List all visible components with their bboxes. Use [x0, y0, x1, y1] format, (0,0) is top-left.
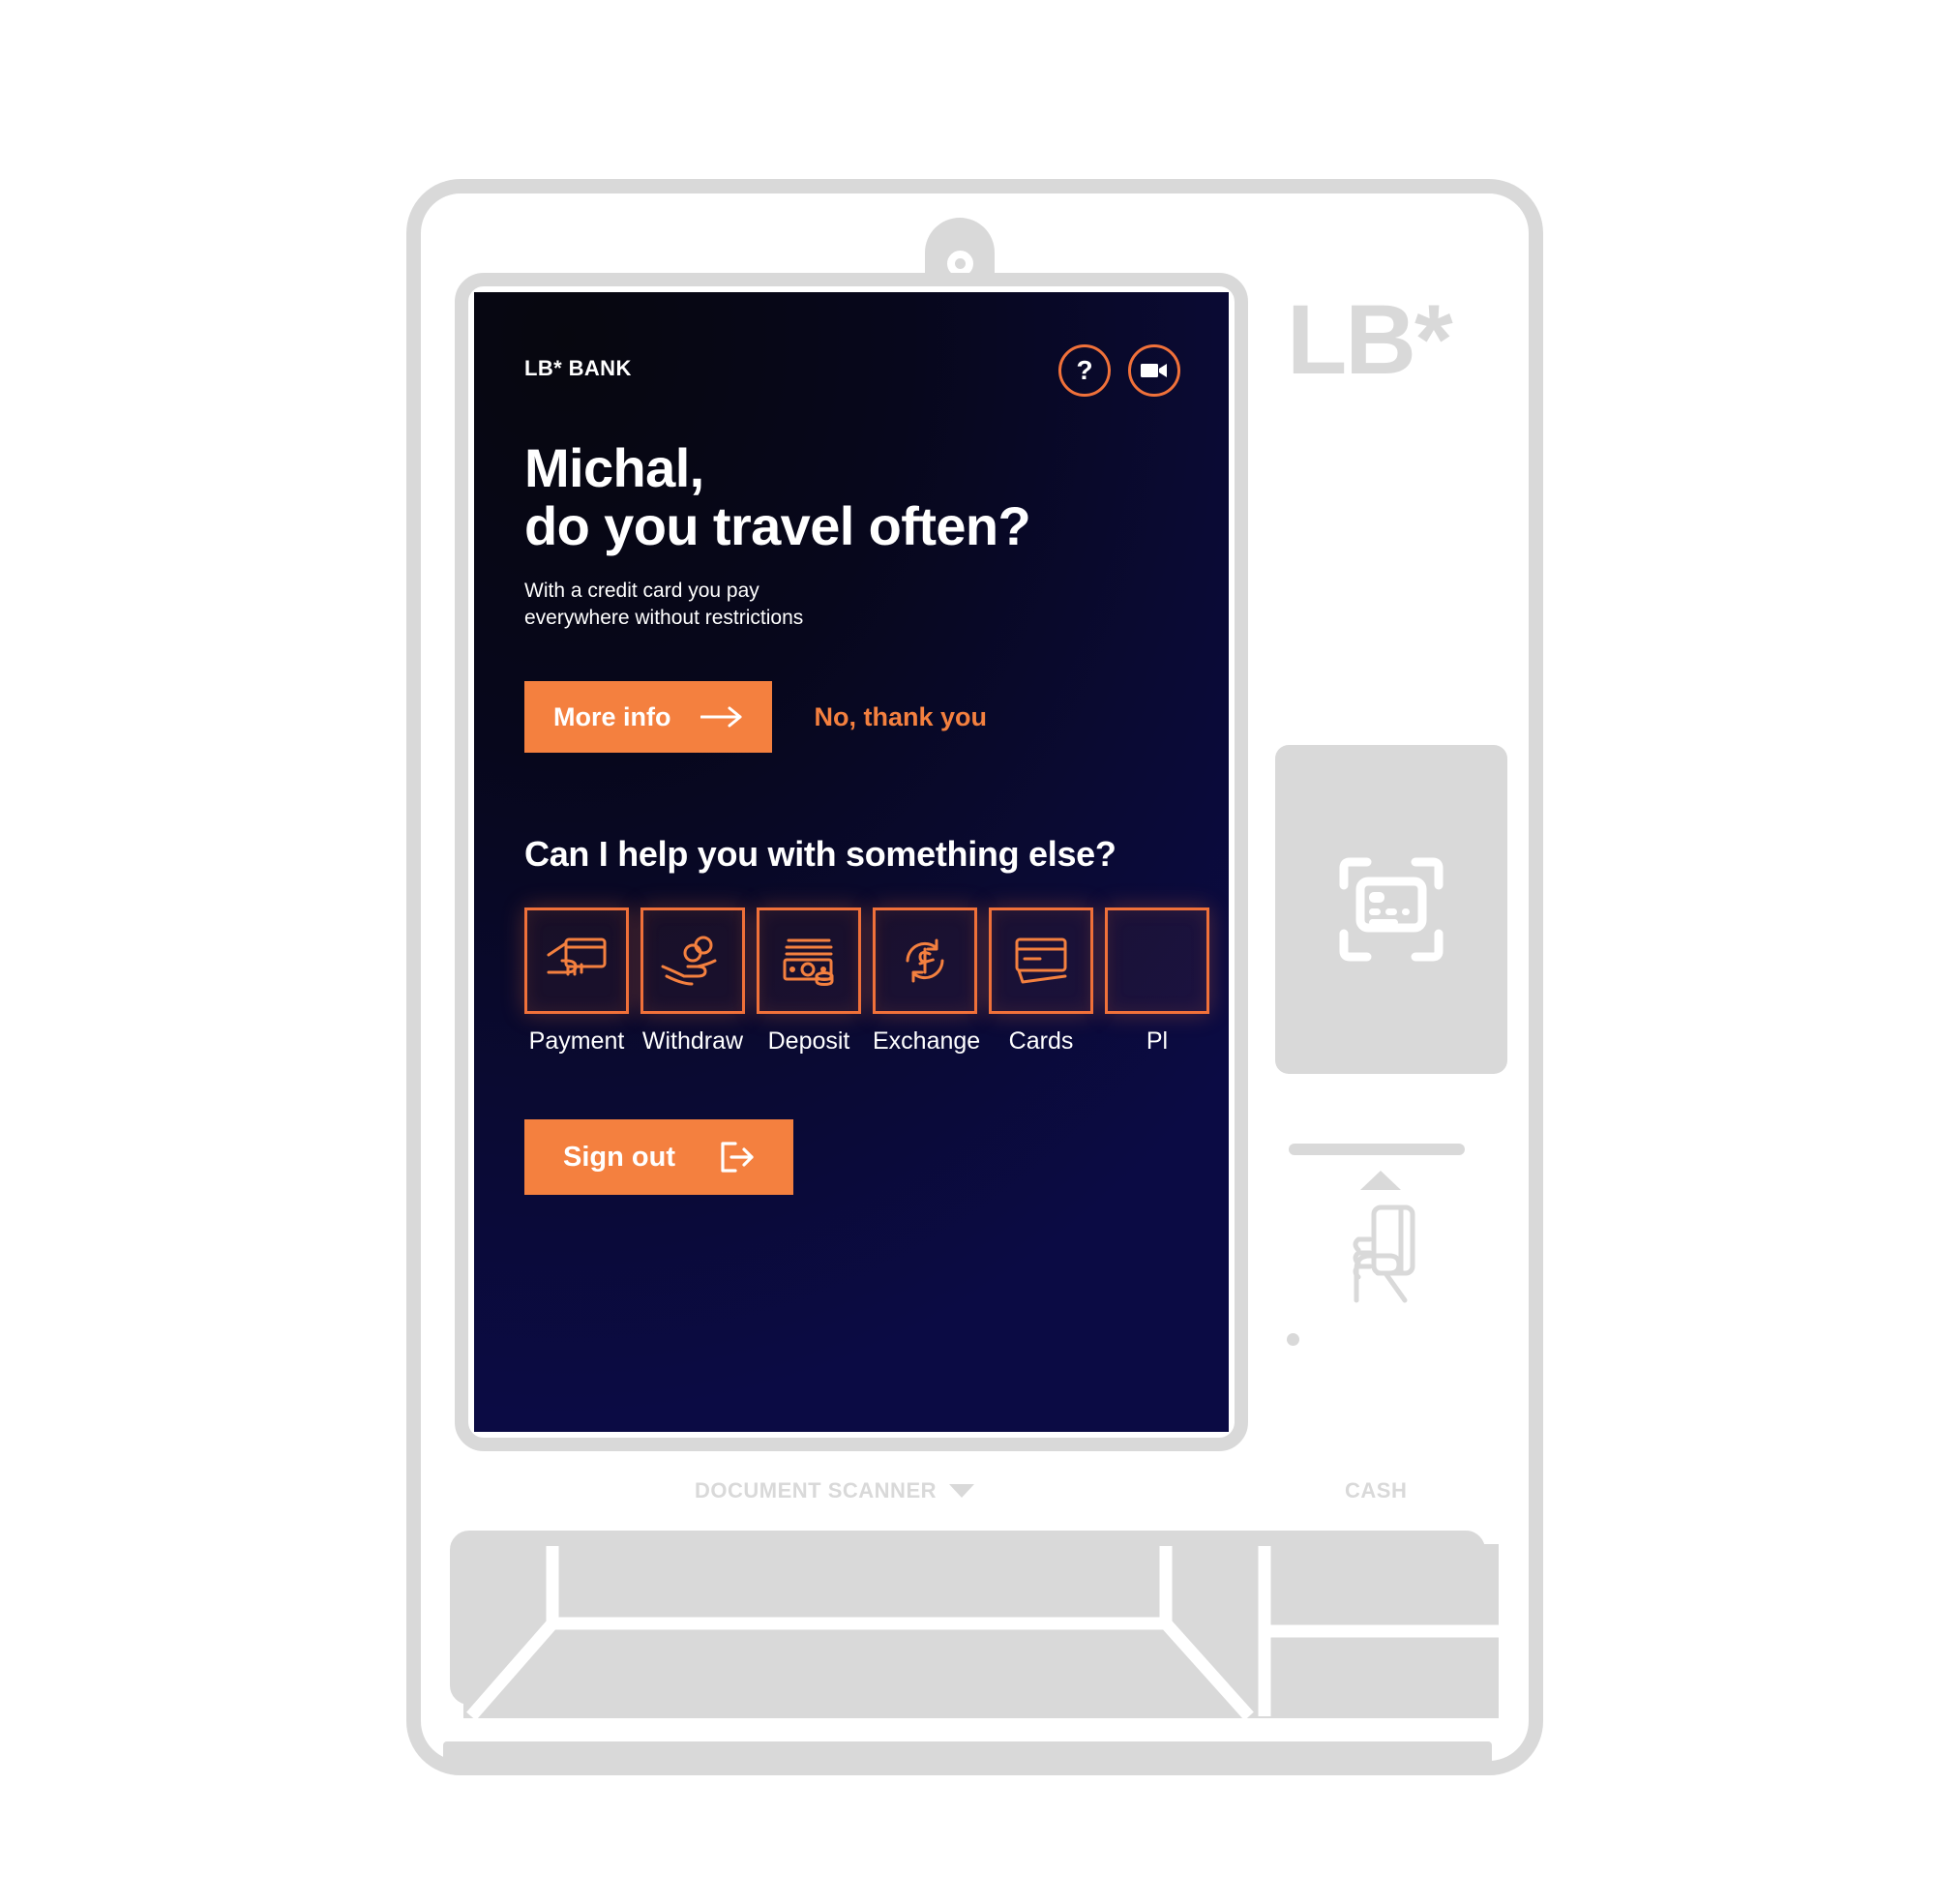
contactless-reader-panel[interactable] — [1275, 745, 1507, 1074]
service-tile-clipped[interactable]: Pl — [1105, 907, 1209, 1056]
atm-display: LB* BANK ? Michal, do you travel often? … — [474, 292, 1229, 1432]
service-tile-payment[interactable]: Payment — [524, 907, 629, 1056]
service-tile-cards[interactable]: Cards — [989, 907, 1093, 1056]
bank-brand-label: LB* BANK — [524, 356, 632, 380]
insert-direction-arrow-icon — [1360, 1171, 1401, 1190]
video-camera-icon — [1141, 364, 1167, 377]
subcopy-line-1: With a credit card you pay — [524, 579, 759, 602]
cards-tile-box — [989, 907, 1093, 1015]
service-tile-exchange[interactable]: Exchange — [873, 907, 981, 1056]
help-button[interactable]: ? — [1058, 344, 1111, 397]
document-scanner-label: DOCUMENT SCANNER — [695, 1478, 937, 1502]
screen-header: LB* BANK ? — [524, 344, 1229, 397]
cash-label-group: CASH — [1345, 1478, 1407, 1503]
offer-actions: More info No, thank you — [524, 681, 1229, 754]
subcopy-line-2: everywhere without restrictions — [524, 607, 804, 630]
withdraw-tile-box — [640, 907, 745, 1015]
arrow-right-icon — [700, 706, 741, 728]
tray-shelf-graphic — [463, 1544, 1499, 1718]
hand-insert-card-icon — [1341, 1200, 1430, 1313]
status-led-dot — [1287, 1333, 1299, 1346]
sign-out-label: Sign out — [563, 1141, 675, 1173]
kiosk-brand-logo: LB* — [1287, 284, 1453, 395]
hand-holding-card-icon — [547, 937, 607, 976]
offer-description: With a credit card you pay everywhere wi… — [524, 578, 1229, 633]
more-info-button[interactable]: More info — [524, 681, 772, 754]
service-tile-label: Pl — [1146, 1027, 1169, 1056]
tray-base — [443, 1741, 1492, 1765]
service-tile-label: Withdraw — [641, 1027, 744, 1056]
exchange-tile-box — [873, 907, 977, 1015]
display-bezel: LB* BANK ? Michal, do you travel often? … — [455, 273, 1248, 1451]
card-insert-slot[interactable] — [1289, 1144, 1465, 1155]
stacked-cards-icon — [1015, 937, 1067, 984]
document-scanner-label-group: DOCUMENT SCANNER — [695, 1478, 974, 1503]
service-tile-label: Deposit — [767, 1027, 850, 1056]
kiosk-screenshot-stage: LB* DOCUMENT SCANNER CASH LB* BANK ? Mic… — [0, 0, 1935, 1904]
service-tile-label: Exchange — [873, 1027, 981, 1056]
more-info-label: More info — [553, 701, 671, 731]
services-heading: Can I help you with something else? — [524, 834, 1116, 875]
headline-line-1: Michal, — [524, 437, 704, 498]
sign-out-button[interactable]: Sign out — [524, 1119, 793, 1196]
clipped-tile-box — [1105, 907, 1209, 1015]
dispenser-tray — [450, 1531, 1499, 1718]
header-actions: ? — [1058, 344, 1180, 397]
sign-out-arrow-icon — [721, 1142, 754, 1173]
payment-tile-box — [524, 907, 629, 1015]
service-tile-strip: Payment Withdraw Deposit Exchange Cards … — [524, 907, 1229, 1056]
banknotes-coins-icon — [783, 938, 834, 987]
deposit-tile-box — [757, 907, 861, 1015]
service-tile-withdraw[interactable]: Withdraw — [640, 907, 745, 1056]
page-title: Michal, do you travel often? — [524, 437, 1229, 557]
contactless-card-scan-icon — [1339, 857, 1444, 962]
hand-with-coins-icon — [661, 936, 717, 986]
service-tile-label: Cards — [1008, 1027, 1074, 1056]
service-tile-label: Payment — [528, 1027, 625, 1056]
question-mark-icon: ? — [1076, 355, 1093, 385]
service-tile-deposit[interactable]: Deposit — [757, 907, 861, 1056]
headline-line-2: do you travel often? — [524, 495, 1031, 557]
cash-label: CASH — [1345, 1478, 1408, 1502]
currency-exchange-icon — [906, 938, 944, 983]
no-thank-you-button[interactable]: No, thank you — [815, 702, 988, 732]
caret-down-icon — [949, 1484, 974, 1498]
video-call-button[interactable] — [1128, 344, 1180, 397]
